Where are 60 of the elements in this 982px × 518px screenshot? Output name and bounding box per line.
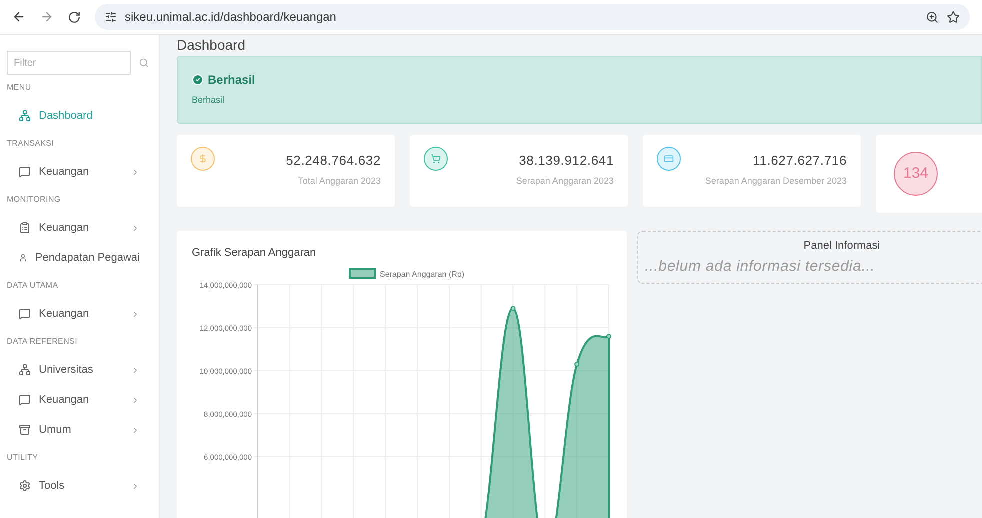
stat-label: Total Anggaran 2023: [298, 174, 381, 188]
bookmark-star-icon[interactable]: [947, 10, 960, 24]
info-panel-title: Panel Informasi: [804, 239, 880, 254]
sidebar-item[interactable]: Tools: [7, 471, 152, 501]
stat-value: 11.627.627.716: [753, 152, 847, 170]
alert-message: Berhasil: [192, 94, 226, 107]
sidebar-item-label: Umum: [39, 422, 72, 438]
chat-bubble-icon: [19, 166, 31, 178]
sidebar-item[interactable]: Keuangan: [7, 213, 152, 243]
section-label: DATA REFERENSI: [7, 336, 79, 348]
page-title: Dashboard: [177, 36, 246, 55]
sidebar-item-label: Tools: [39, 478, 66, 494]
data-point: [510, 306, 516, 311]
alert-title: Berhasil: [208, 72, 256, 89]
sidebar-item[interactable]: Keuangan: [7, 299, 152, 329]
sitemap-icon: [19, 364, 31, 376]
section-label: TRANSAKSI: [7, 138, 56, 150]
site-settings-icon[interactable]: [105, 11, 117, 23]
stat-label: Serapan Anggaran Desember 2023: [705, 174, 847, 188]
sidebar-item-label: Pendapatan Pegawai: [35, 250, 140, 266]
sidebar-item[interactable]: Umum: [7, 415, 152, 445]
info-message: ...belum ada informasi tersedia...: [645, 256, 876, 276]
forward-icon[interactable]: [40, 10, 54, 24]
sidebar-item-label: Universitas: [39, 362, 94, 378]
clipboard-icon: [19, 222, 31, 234]
check-icon: [192, 74, 204, 86]
data-point: [574, 362, 580, 367]
sidebar-item-label: Dashboard: [39, 108, 94, 124]
gear-icon: [19, 480, 31, 492]
sitemap-icon: [19, 110, 31, 122]
section-label: DATA UTAMA: [7, 280, 60, 292]
stat-label: Serapan Anggaran 2023: [516, 174, 614, 188]
chart-title: Grafik Serapan Anggaran: [191, 246, 318, 261]
reload-icon[interactable]: [68, 10, 81, 24]
filter-field[interactable]: Filter: [7, 51, 131, 75]
sidebar-item-label: Keuangan: [39, 164, 90, 180]
user-icon: [19, 252, 28, 264]
stat-value: 52.248.764.632: [286, 152, 381, 170]
url-text: sikeu.unimal.ac.id/dashboard/keuangan: [125, 9, 336, 26]
back-icon[interactable]: [12, 10, 26, 24]
sidebar-item-label: Keuangan: [39, 220, 90, 236]
count-badge: 134: [894, 152, 938, 196]
section-label: UTILITY: [7, 452, 40, 464]
sidebar-item[interactable]: Keuangan: [7, 157, 152, 187]
data-point: [606, 334, 612, 339]
stat-value: 38.139.912.641: [519, 152, 614, 170]
section-label: MONITORING: [7, 194, 62, 206]
sidebar-item[interactable]: Pendapatan Pegawai: [7, 243, 152, 273]
sidebar-item-label: Keuangan: [39, 392, 90, 408]
sidebar-item[interactable]: Keuangan: [7, 385, 152, 415]
chat-bubble-icon: [19, 308, 31, 320]
sidebar-item-label: Keuangan: [39, 306, 90, 322]
chat-bubble-icon: [19, 394, 31, 406]
address-bar[interactable]: sikeu.unimal.ac.id/dashboard/keuangan: [95, 4, 970, 30]
archive-icon: [19, 424, 31, 436]
chart-legend[interactable]: Serapan Anggaran (Rp): [349, 268, 464, 278]
zoom-icon[interactable]: [926, 10, 939, 24]
section-label: MENU: [7, 82, 32, 94]
legend-label: Serapan Anggaran (Rp): [380, 270, 465, 278]
sidebar-item[interactable]: Universitas: [7, 355, 152, 385]
